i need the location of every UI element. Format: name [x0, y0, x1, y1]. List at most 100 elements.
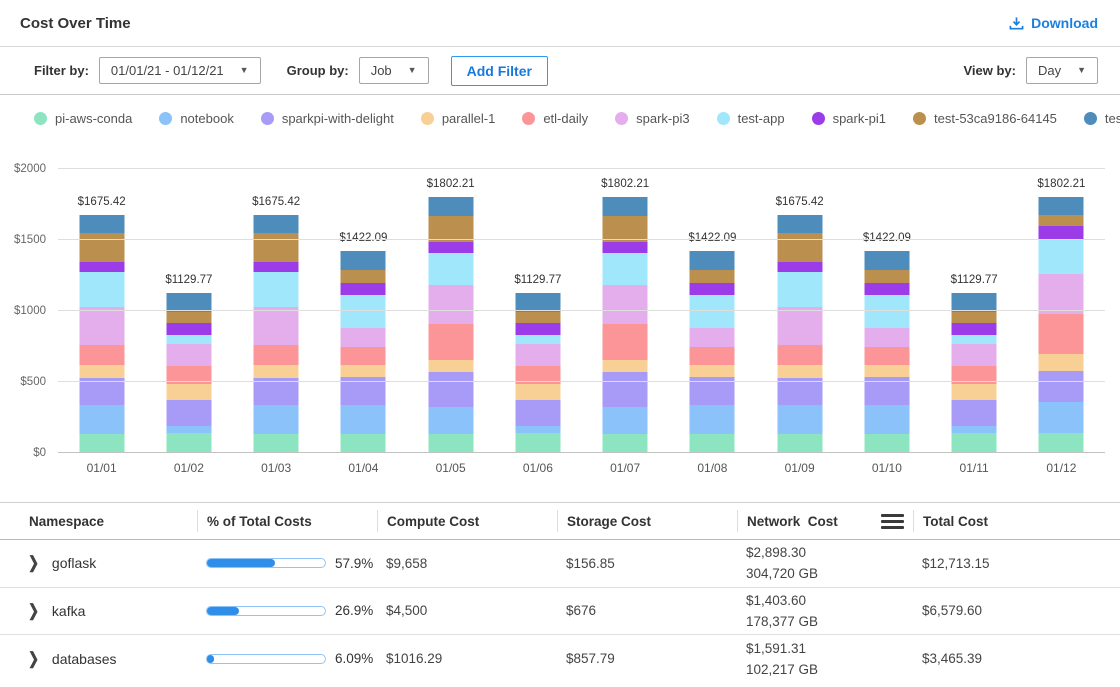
bar-segment-test-pkix[interactable] [690, 251, 735, 270]
bar-segment-notebook[interactable] [952, 426, 997, 433]
bar-segment-pi-aws-conda[interactable] [952, 433, 997, 453]
bar-segment-spark-pi3[interactable] [166, 344, 211, 365]
bar-segment-test-53ca9186-64145[interactable] [864, 270, 909, 283]
table-row-kafka[interactable]: ❯kafka26.9%$4,500$676$1,403.60178,377 GB… [0, 588, 1120, 636]
group-by-select[interactable]: Job ▼ [359, 57, 429, 84]
bar-segment-parallel-1[interactable] [690, 365, 735, 377]
bar-segment-test-53ca9186-64145[interactable] [166, 312, 211, 323]
stacked-bar-01/01[interactable] [79, 215, 124, 453]
bar-segment-test-app[interactable] [1039, 239, 1084, 274]
bar-segment-pi-aws-conda[interactable] [777, 434, 822, 453]
bar-segment-pi-aws-conda[interactable] [864, 434, 909, 453]
bar-segment-spark-pi1[interactable] [254, 262, 299, 272]
bar-segment-etl-daily[interactable] [864, 347, 909, 366]
bar-segment-test-pkix[interactable] [341, 251, 386, 270]
bar-segment-pi-aws-conda[interactable] [254, 434, 299, 453]
bar-segment-spark-pi3[interactable] [1039, 274, 1084, 314]
bar-segment-parallel-1[interactable] [341, 365, 386, 377]
legend-item-parallel-1[interactable]: parallel-1 [421, 111, 495, 126]
stacked-bar-01/05[interactable] [428, 197, 473, 453]
bar-segment-spark-pi1[interactable] [166, 323, 211, 335]
stacked-bar-01/09[interactable] [777, 215, 822, 453]
chevron-right-icon[interactable]: ❯ [28, 649, 39, 669]
bar-segment-test-53ca9186-64145[interactable] [690, 270, 735, 283]
bar-segment-notebook[interactable] [777, 405, 822, 434]
bar-segment-parallel-1[interactable] [1039, 354, 1084, 370]
bar-segment-etl-daily[interactable] [690, 347, 735, 366]
download-button[interactable]: Download [1009, 15, 1098, 31]
bar-segment-test-53ca9186-64145[interactable] [1039, 215, 1084, 226]
bar-segment-test-pkix[interactable] [864, 251, 909, 270]
bar-segment-spark-pi1[interactable] [864, 283, 909, 295]
bar-segment-spark-pi1[interactable] [690, 283, 735, 295]
bar-segment-spark-pi3[interactable] [690, 328, 735, 347]
bar-segment-spark-pi3[interactable] [254, 307, 299, 345]
view-by-select[interactable]: Day ▼ [1026, 57, 1098, 84]
bar-segment-spark-pi1[interactable] [515, 323, 560, 335]
bar-segment-etl-daily[interactable] [603, 324, 648, 361]
bar-segment-notebook[interactable] [166, 426, 211, 433]
bar-segment-spark-pi3[interactable] [79, 307, 124, 345]
bar-segment-sparkpi-with-delight[interactable] [254, 378, 299, 404]
bar-segment-test-53ca9186-64145[interactable] [79, 233, 124, 262]
legend-item-spark-pi1[interactable]: spark-pi1 [812, 111, 886, 126]
legend-item-test-app[interactable]: test-app [717, 111, 785, 126]
bar-segment-sparkpi-with-delight[interactable] [603, 372, 648, 407]
bar-segment-pi-aws-conda[interactable] [166, 433, 211, 453]
bar-segment-test-pkix[interactable] [603, 197, 648, 215]
col-header-namespace[interactable]: Namespace [20, 510, 197, 532]
stacked-bar-01/07[interactable] [603, 197, 648, 453]
bar-segment-test-pkix[interactable] [254, 215, 299, 233]
bar-segment-test-pkix[interactable] [777, 215, 822, 233]
bar-segment-parallel-1[interactable] [428, 360, 473, 372]
bar-segment-test-app[interactable] [341, 295, 386, 328]
bar-segment-test-53ca9186-64145[interactable] [254, 233, 299, 262]
stacked-bar-01/03[interactable] [254, 215, 299, 453]
bar-segment-test-app[interactable] [952, 335, 997, 344]
bar-segment-etl-daily[interactable] [79, 345, 124, 365]
legend-item-pi-aws-conda[interactable]: pi-aws-conda [34, 111, 132, 126]
bar-segment-spark-pi1[interactable] [341, 283, 386, 295]
chevron-right-icon[interactable]: ❯ [28, 553, 39, 573]
bar-segment-notebook[interactable] [603, 407, 648, 435]
chevron-right-icon[interactable]: ❯ [28, 601, 39, 621]
stacked-bar-01/08[interactable] [690, 251, 735, 453]
bar-segment-etl-daily[interactable] [777, 345, 822, 365]
bar-segment-test-pkix[interactable] [79, 215, 124, 233]
bar-segment-notebook[interactable] [79, 405, 124, 434]
bar-segment-pi-aws-conda[interactable] [428, 434, 473, 453]
bar-segment-test-pkix[interactable] [1039, 197, 1084, 215]
legend-item-notebook[interactable]: notebook [159, 111, 234, 126]
bar-segment-test-app[interactable] [428, 253, 473, 285]
bar-segment-spark-pi1[interactable] [952, 323, 997, 335]
add-filter-button[interactable]: Add Filter [451, 56, 548, 86]
date-range-select[interactable]: 01/01/21 - 01/12/21 ▼ [99, 57, 261, 84]
bar-segment-notebook[interactable] [254, 405, 299, 434]
bar-segment-test-app[interactable] [515, 335, 560, 344]
bar-segment-parallel-1[interactable] [864, 365, 909, 377]
bar-segment-spark-pi3[interactable] [777, 307, 822, 345]
stacked-bar-01/10[interactable] [864, 251, 909, 453]
legend-item-spark-pi3[interactable]: spark-pi3 [615, 111, 689, 126]
table-row-goflask[interactable]: ❯goflask57.9%$9,658$156.85$2,898.30304,7… [0, 540, 1120, 588]
bar-segment-spark-pi1[interactable] [1039, 226, 1084, 239]
bar-segment-spark-pi3[interactable] [952, 344, 997, 365]
bar-segment-etl-daily[interactable] [341, 347, 386, 366]
legend-item-etl-daily[interactable]: etl-daily [522, 111, 588, 126]
bar-segment-spark-pi3[interactable] [428, 285, 473, 323]
bar-segment-notebook[interactable] [515, 426, 560, 433]
bar-segment-spark-pi1[interactable] [603, 242, 648, 253]
bar-segment-sparkpi-with-delight[interactable] [515, 400, 560, 427]
bar-segment-test-app[interactable] [166, 335, 211, 344]
bar-segment-sparkpi-with-delight[interactable] [428, 372, 473, 407]
table-row-databases[interactable]: ❯databases6.09%$1016.29$857.79$1,591.311… [0, 635, 1120, 683]
bar-segment-test-app[interactable] [690, 295, 735, 328]
bar-segment-test-53ca9186-64145[interactable] [952, 312, 997, 323]
bar-segment-spark-pi1[interactable] [428, 242, 473, 253]
bar-segment-spark-pi1[interactable] [79, 262, 124, 272]
legend-item-sparkpi-with-delight[interactable]: sparkpi-with-delight [261, 111, 394, 126]
bar-segment-test-53ca9186-64145[interactable] [777, 233, 822, 262]
bar-segment-notebook[interactable] [1039, 402, 1084, 433]
bar-segment-test-app[interactable] [254, 272, 299, 307]
bar-segment-spark-pi3[interactable] [603, 285, 648, 323]
